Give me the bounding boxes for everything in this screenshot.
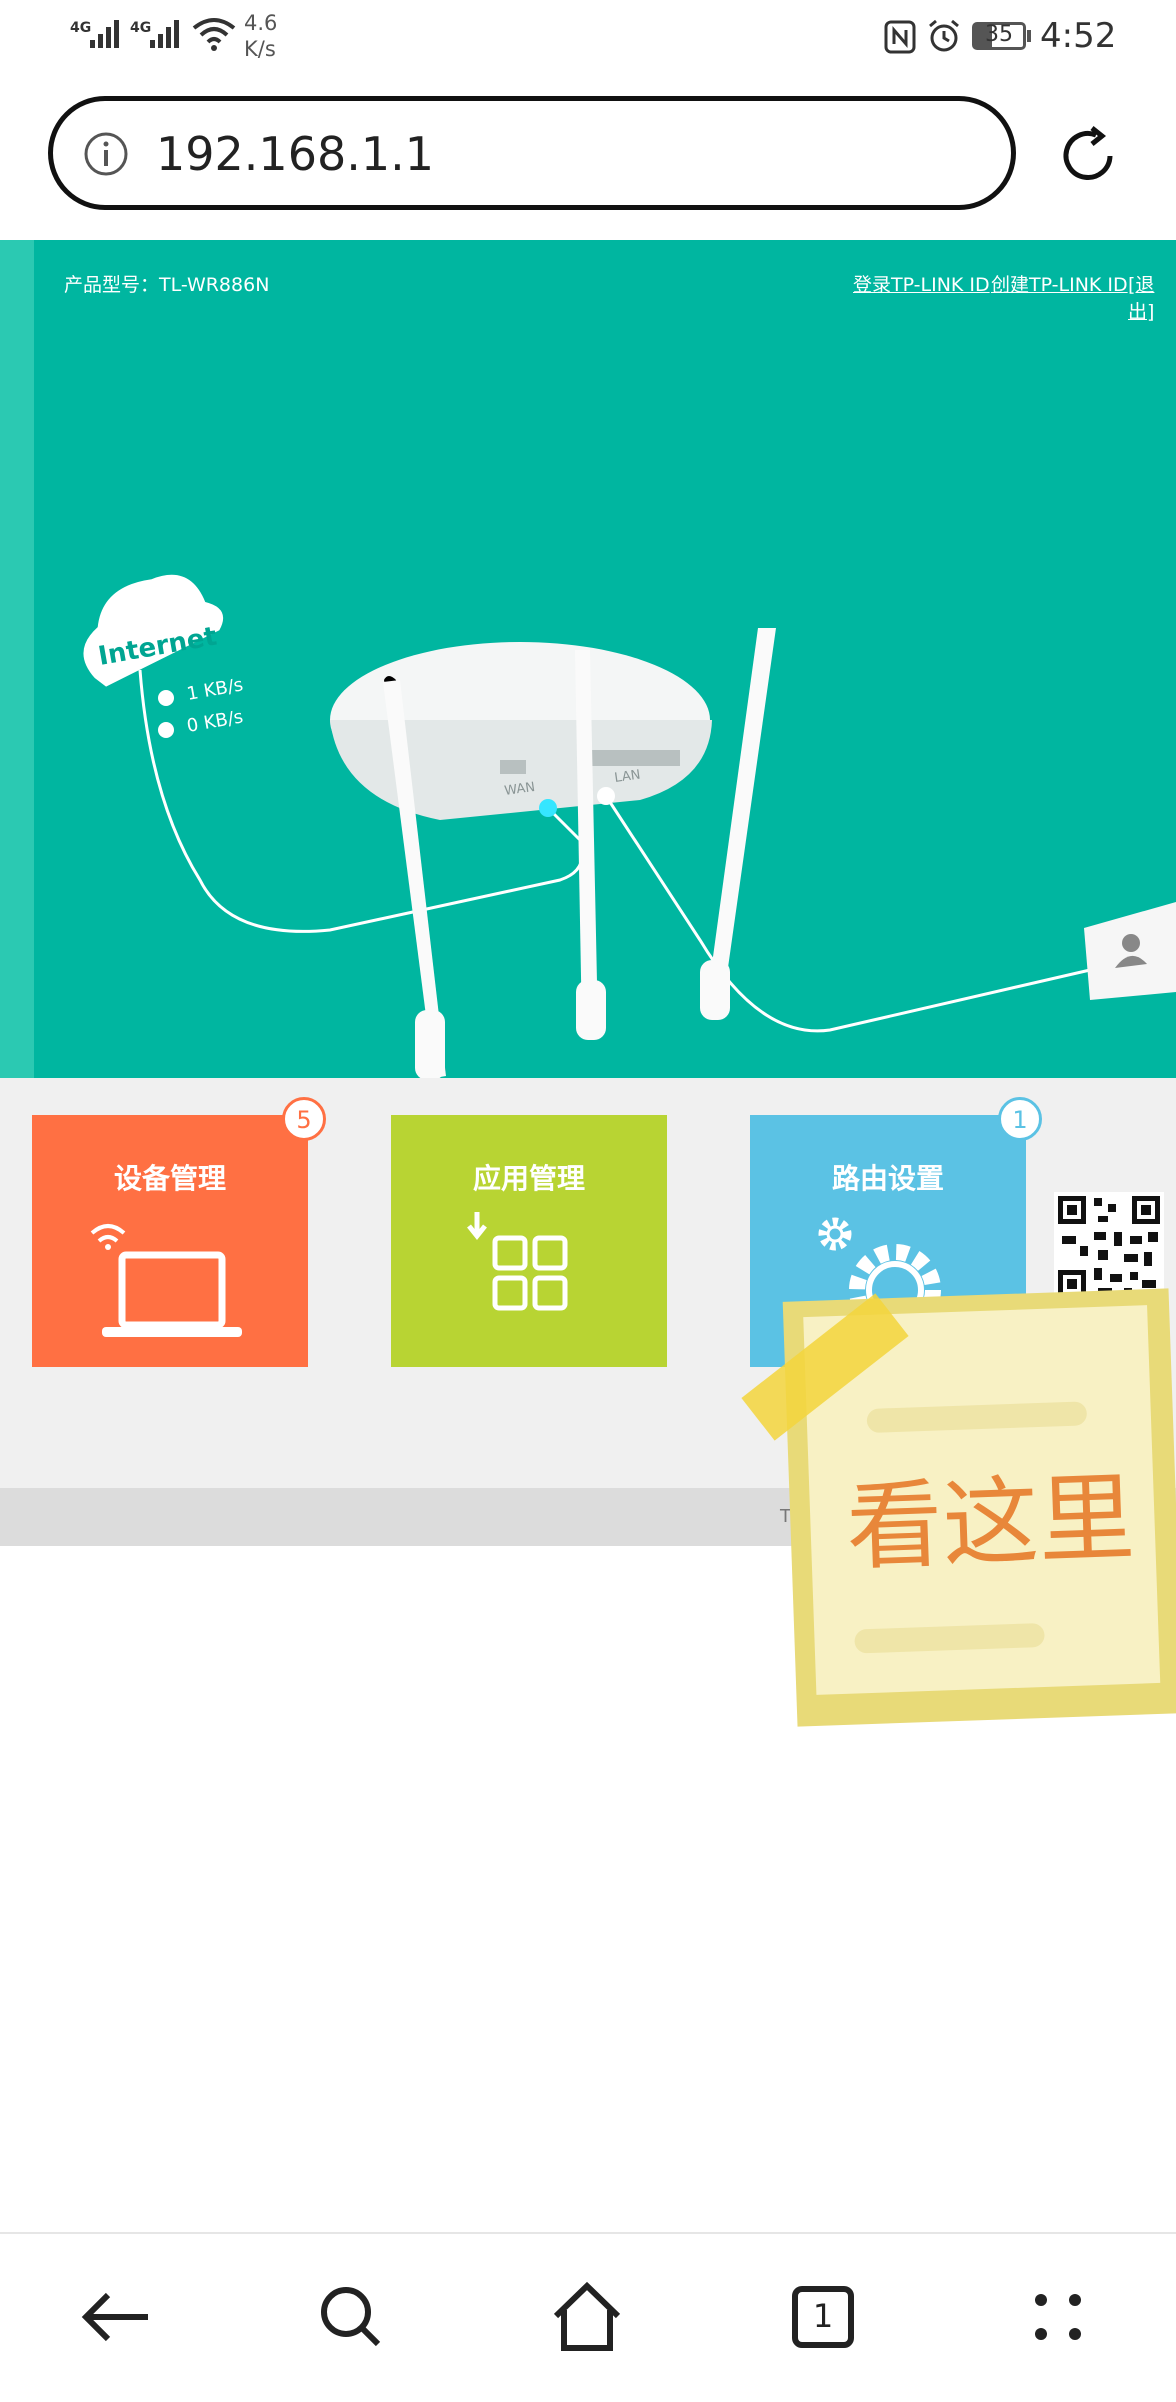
apps-grid-icon — [467, 1212, 568, 1311]
speed-value: 4.6 — [244, 11, 278, 35]
qr-code-icon — [1054, 1192, 1164, 1302]
lan-port-dot — [597, 787, 615, 805]
nfc-icon — [884, 20, 916, 54]
signal-bars-icon — [150, 20, 179, 48]
device-count-badge: 5 — [282, 1097, 326, 1141]
info-icon[interactable] — [82, 130, 130, 178]
user-icon — [1122, 934, 1140, 952]
url-text[interactable]: 192.168.1.1 — [156, 127, 434, 181]
tabs-button[interactable]: 1 — [768, 2262, 878, 2372]
tile-label: 设备管理 — [113, 1162, 226, 1195]
battery-level: 35 — [985, 22, 1013, 47]
lan-cable — [604, 795, 1091, 1033]
wan-port-dot — [539, 799, 557, 817]
laptop-wifi-icon — [90, 1224, 242, 1337]
network-diagram: WAN LAN Internet 1 KB/s 0 KB/s — [83, 574, 1176, 1078]
status-bar: 4G 4G 4.6 K/s 35 4:52 — [0, 0, 1176, 80]
download-arrow-icon — [158, 722, 174, 738]
back-icon[interactable] — [62, 2262, 172, 2372]
alarm-icon — [929, 19, 959, 52]
antenna-right — [706, 628, 776, 1010]
network-speed: 4.6 K/s — [244, 10, 277, 62]
home-icon[interactable] — [532, 2262, 642, 2372]
more-menu-icon[interactable] — [1003, 2262, 1113, 2372]
tile-app-management[interactable]: 应用管理 — [391, 1115, 667, 1367]
battery-icon: 35 — [972, 22, 1026, 50]
sticky-note-text: 看这里 — [844, 1461, 1137, 1584]
clock: 4:52 — [1040, 16, 1117, 56]
search-icon[interactable] — [296, 2262, 406, 2372]
router-banner: 产品型号：TL-WR886N 登录TP-LINK ID 创建TP-LINK ID… — [0, 240, 1176, 1078]
tile-device-management[interactable]: 设备管理 — [32, 1115, 308, 1367]
upload-speed: 1 KB/s — [185, 674, 245, 705]
settings-count-badge: 1 — [998, 1097, 1042, 1141]
refresh-icon[interactable] — [1056, 124, 1120, 188]
tab-count: 1 — [792, 2286, 854, 2348]
tile-label: 路由设置 — [831, 1162, 944, 1195]
battery-tip — [1027, 30, 1031, 42]
signal-bars-icon — [90, 20, 119, 48]
download-speed: 0 KB/s — [185, 706, 245, 737]
wifi-icon — [192, 18, 236, 51]
tile-label: 应用管理 — [472, 1162, 585, 1195]
upload-arrow-icon — [158, 690, 174, 706]
speed-unit: K/s — [244, 37, 276, 61]
